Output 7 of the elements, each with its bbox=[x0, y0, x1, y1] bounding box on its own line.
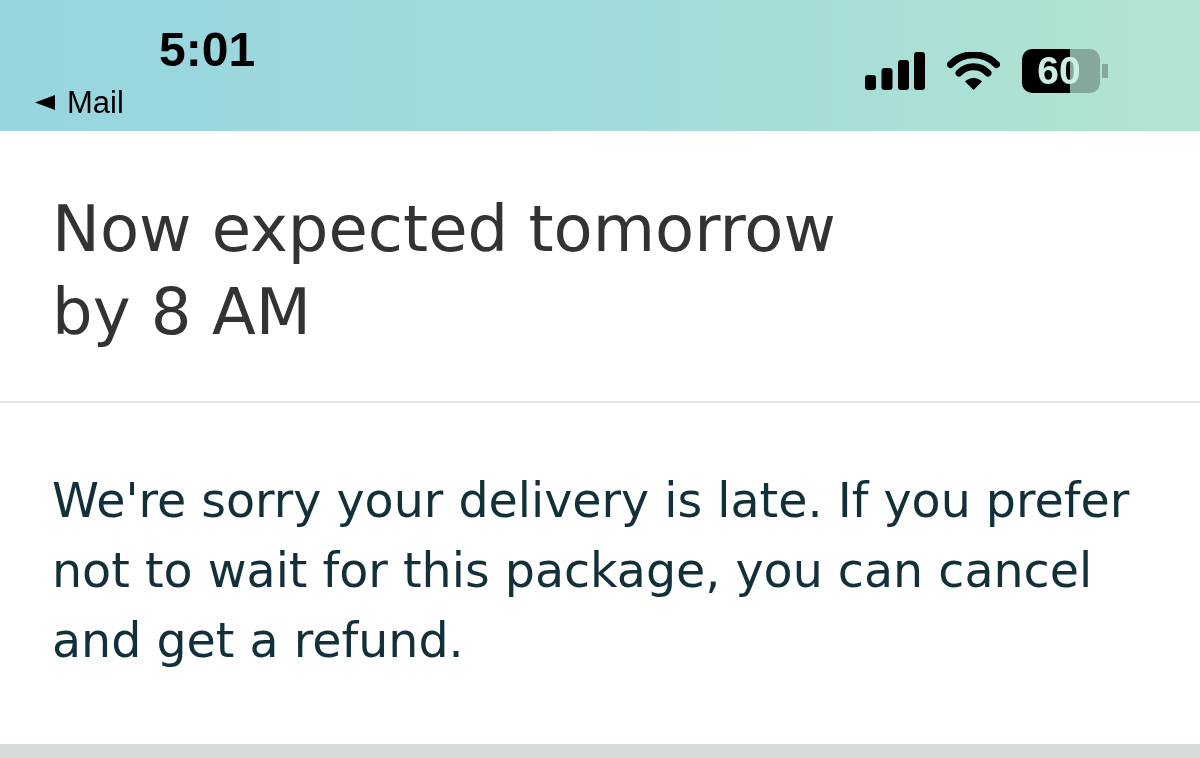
signal-icon bbox=[865, 52, 925, 90]
wifi-icon bbox=[947, 52, 1000, 90]
delivery-heading: Now expected tomorrow by 8 AM bbox=[52, 191, 837, 351]
back-link[interactable]: Mail bbox=[35, 87, 124, 118]
delay-message: We're sorry your delivery is late. If you prefer not to wait for this package, you can cancel and get a refund. bbox=[52, 472, 1131, 670]
back-icon bbox=[35, 95, 55, 110]
clock-time: 5:01 bbox=[159, 26, 256, 74]
